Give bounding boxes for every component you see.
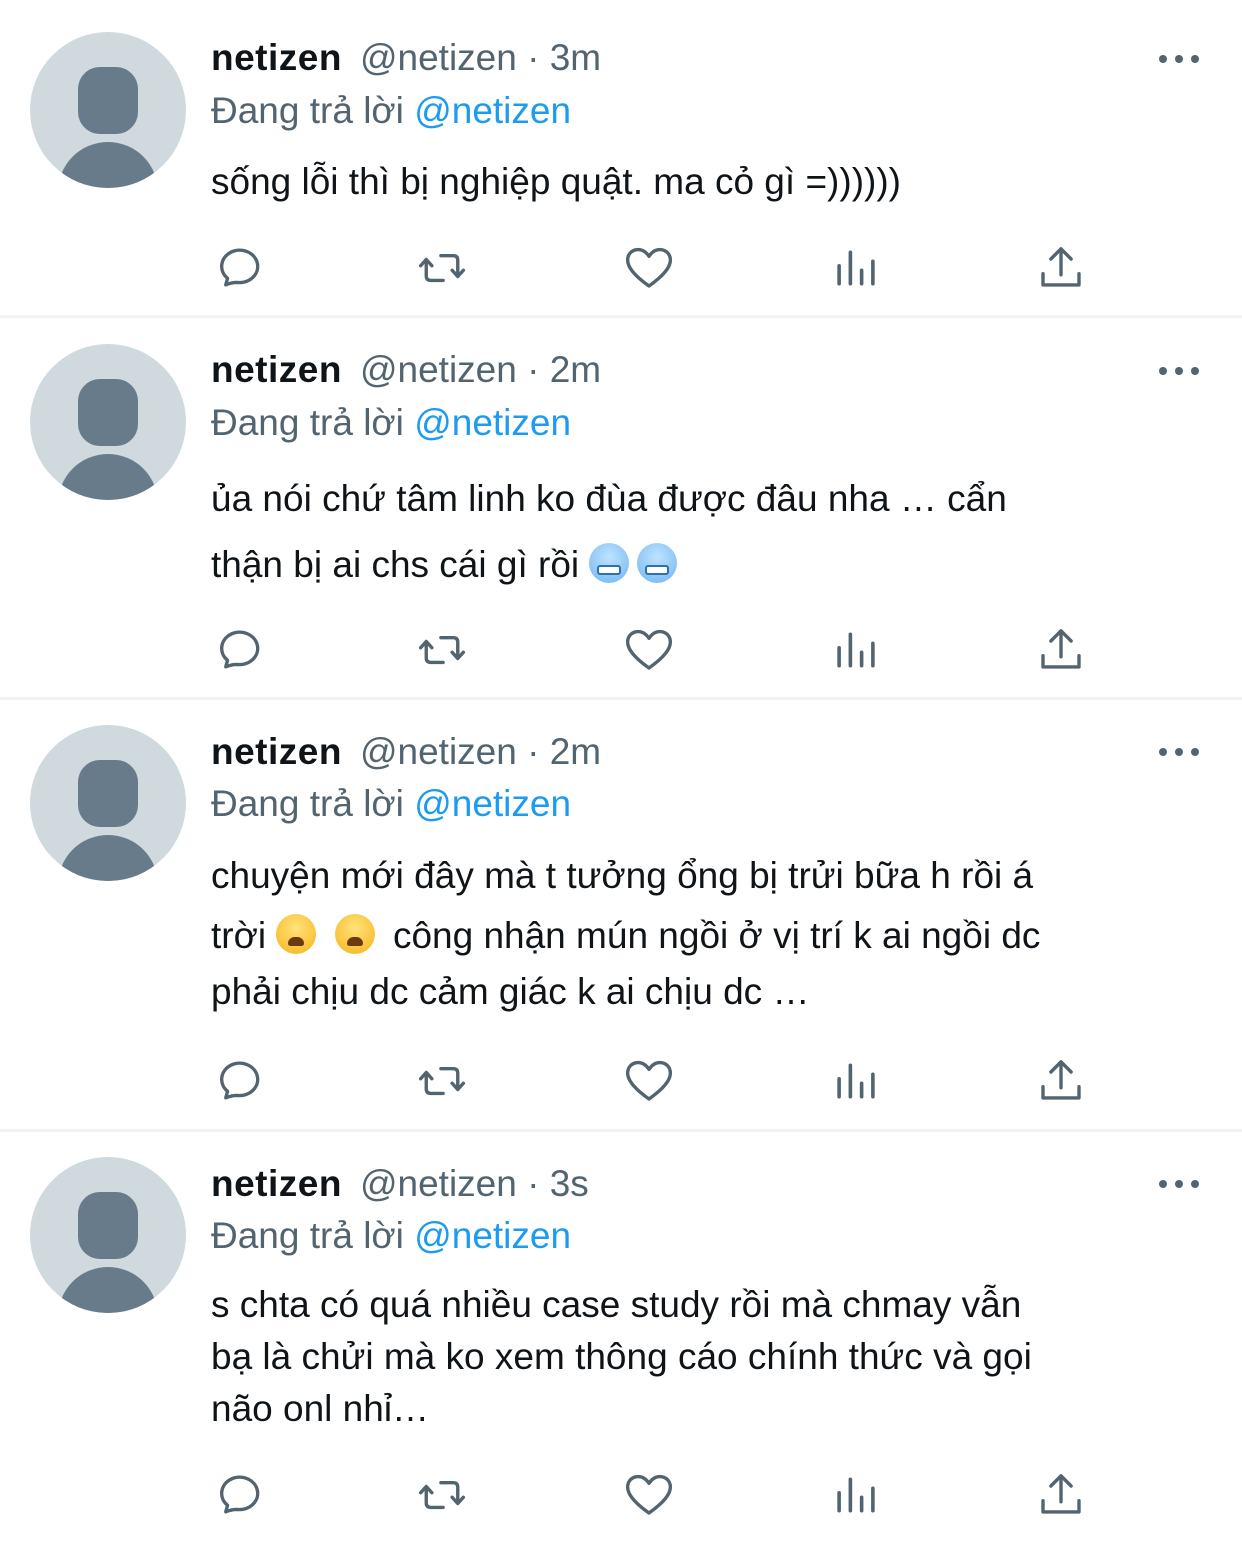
timestamp[interactable]: 2m [550, 349, 601, 390]
user-handle[interactable]: @netizen [360, 37, 517, 78]
analytics-icon [837, 632, 875, 668]
cold-face-emoji [637, 543, 678, 583]
analytics-icon [837, 1063, 875, 1099]
separator-dot: · [527, 1163, 540, 1204]
retweet-button[interactable] [415, 1468, 469, 1522]
like-button[interactable] [622, 1054, 676, 1108]
tweet-text: chuyện mới đây mà t tưởng ổng bị trửi bữ… [211, 846, 1201, 1018]
user-handle[interactable]: @netizen [360, 1163, 517, 1204]
tweet-text: sống lỗi thì bị nghiệp quật. ma cỏ gì =)… [211, 157, 1201, 207]
tweet-text-line: bạ là chửi mà ko xem thông cáo chính thứ… [211, 1336, 1032, 1377]
tweet-text: s chta có quá nhiều case study rồi mà ch… [211, 1279, 1201, 1435]
more-icon[interactable] [1159, 365, 1199, 377]
share-button[interactable] [1034, 1468, 1088, 1522]
user-handle[interactable]: @netizen [360, 349, 517, 390]
views-button[interactable] [829, 241, 883, 295]
tweet[interactable]: netizen @netizen · 3s Đang trả lời @netiz… [0, 1131, 1242, 1543]
like-button[interactable] [622, 623, 676, 677]
display-name[interactable]: netizen [211, 37, 342, 78]
reply-context-label: Đang trả lời [211, 402, 404, 443]
avatar[interactable] [30, 344, 186, 500]
share-icon [1041, 1474, 1081, 1514]
retweet-icon [418, 1480, 466, 1510]
reply-icon [220, 1061, 260, 1100]
reply-mention-link[interactable]: @netizen [414, 783, 571, 824]
cold-face-emoji [589, 543, 630, 583]
tweet-text-line: phải chịu dc cảm giác k ai chịu dc … [211, 971, 810, 1012]
timestamp[interactable]: 3s [550, 1163, 589, 1204]
avatar[interactable] [30, 1157, 186, 1313]
display-name[interactable]: netizen [211, 1163, 342, 1204]
share-icon [1041, 629, 1081, 669]
retweet-button[interactable] [415, 623, 469, 677]
retweet-button[interactable] [415, 1054, 469, 1108]
heart-icon [625, 629, 673, 670]
retweet-icon [418, 635, 466, 665]
tweet-text-line: ủa nói chứ tâm linh ko đùa được đâu nha … [211, 478, 1007, 519]
timestamp[interactable]: 3m [550, 37, 601, 78]
timestamp[interactable]: 2m [550, 731, 601, 772]
tweet[interactable]: netizen @netizen · 2m Đang trả lời @netiz… [0, 699, 1242, 1132]
separator-dot: · [527, 37, 540, 78]
views-button[interactable] [829, 623, 883, 677]
tweet-text: ủa nói chứ tâm linh ko đùa được đâu nha … [211, 466, 1201, 598]
reply-context-label: Đang trả lời [211, 90, 404, 131]
tweet-text-line: công nhận mún ngồi ở vị trí k ai ngồi dc [392, 915, 1041, 956]
retweet-button[interactable] [415, 241, 469, 295]
tweet[interactable]: netizen @netizen · 3m Đang trả lời @netiz… [0, 0, 1242, 318]
separator-dot: · [527, 349, 540, 390]
heart-icon [625, 1474, 673, 1515]
tired-face-emoji [276, 914, 317, 954]
analytics-icon [837, 250, 875, 286]
reply-icon [220, 630, 260, 669]
reply-icon [220, 1475, 260, 1514]
reply-icon [220, 248, 260, 287]
tweet-text-line: sống lỗi thì bị nghiệp quật. ma cỏ gì =)… [211, 161, 901, 202]
share-button[interactable] [1034, 1054, 1088, 1108]
avatar[interactable] [30, 32, 186, 188]
heart-icon [625, 247, 673, 288]
reply-button[interactable] [210, 623, 264, 677]
retweet-icon [418, 253, 466, 283]
more-icon[interactable] [1159, 746, 1199, 758]
reply-button[interactable] [210, 241, 264, 295]
retweet-icon [418, 1066, 466, 1096]
like-button[interactable] [622, 1468, 676, 1522]
more-icon[interactable] [1159, 1178, 1199, 1190]
share-button[interactable] [1034, 241, 1088, 295]
share-icon [1041, 1060, 1081, 1100]
tweet-text-line: thận bị ai chs cái gì rồi [211, 544, 580, 585]
reply-button[interactable] [210, 1468, 264, 1522]
tweet-text-line: trời [211, 915, 267, 956]
more-icon[interactable] [1159, 53, 1199, 65]
reply-mention-link[interactable]: @netizen [414, 1215, 571, 1256]
views-button[interactable] [829, 1468, 883, 1522]
reply-mention-link[interactable]: @netizen [414, 90, 571, 131]
reply-mention-link[interactable]: @netizen [414, 402, 571, 443]
analytics-icon [837, 1477, 875, 1513]
tired-face-emoji [334, 914, 375, 954]
avatar[interactable] [30, 725, 186, 881]
reply-context-label: Đang trả lời [211, 783, 404, 824]
display-name[interactable]: netizen [211, 731, 342, 772]
tweet-text-line: não onl nhỉ… [211, 1388, 430, 1429]
tweet-text-line: s chta có quá nhiều case study rồi mà ch… [211, 1284, 1022, 1325]
reply-button[interactable] [210, 1054, 264, 1108]
share-icon [1041, 247, 1081, 287]
separator-dot: · [527, 731, 540, 772]
tweet[interactable]: netizen @netizen · 2m Đang trả lời @netiz… [0, 318, 1242, 700]
like-button[interactable] [622, 241, 676, 295]
reply-context-label: Đang trả lời [211, 1215, 404, 1256]
display-name[interactable]: netizen [211, 349, 342, 390]
tweet-text-line: chuyện mới đây mà t tưởng ổng bị trửi bữ… [211, 855, 1034, 896]
share-button[interactable] [1034, 623, 1088, 677]
heart-icon [625, 1060, 673, 1101]
views-button[interactable] [829, 1054, 883, 1108]
user-handle[interactable]: @netizen [360, 731, 517, 772]
